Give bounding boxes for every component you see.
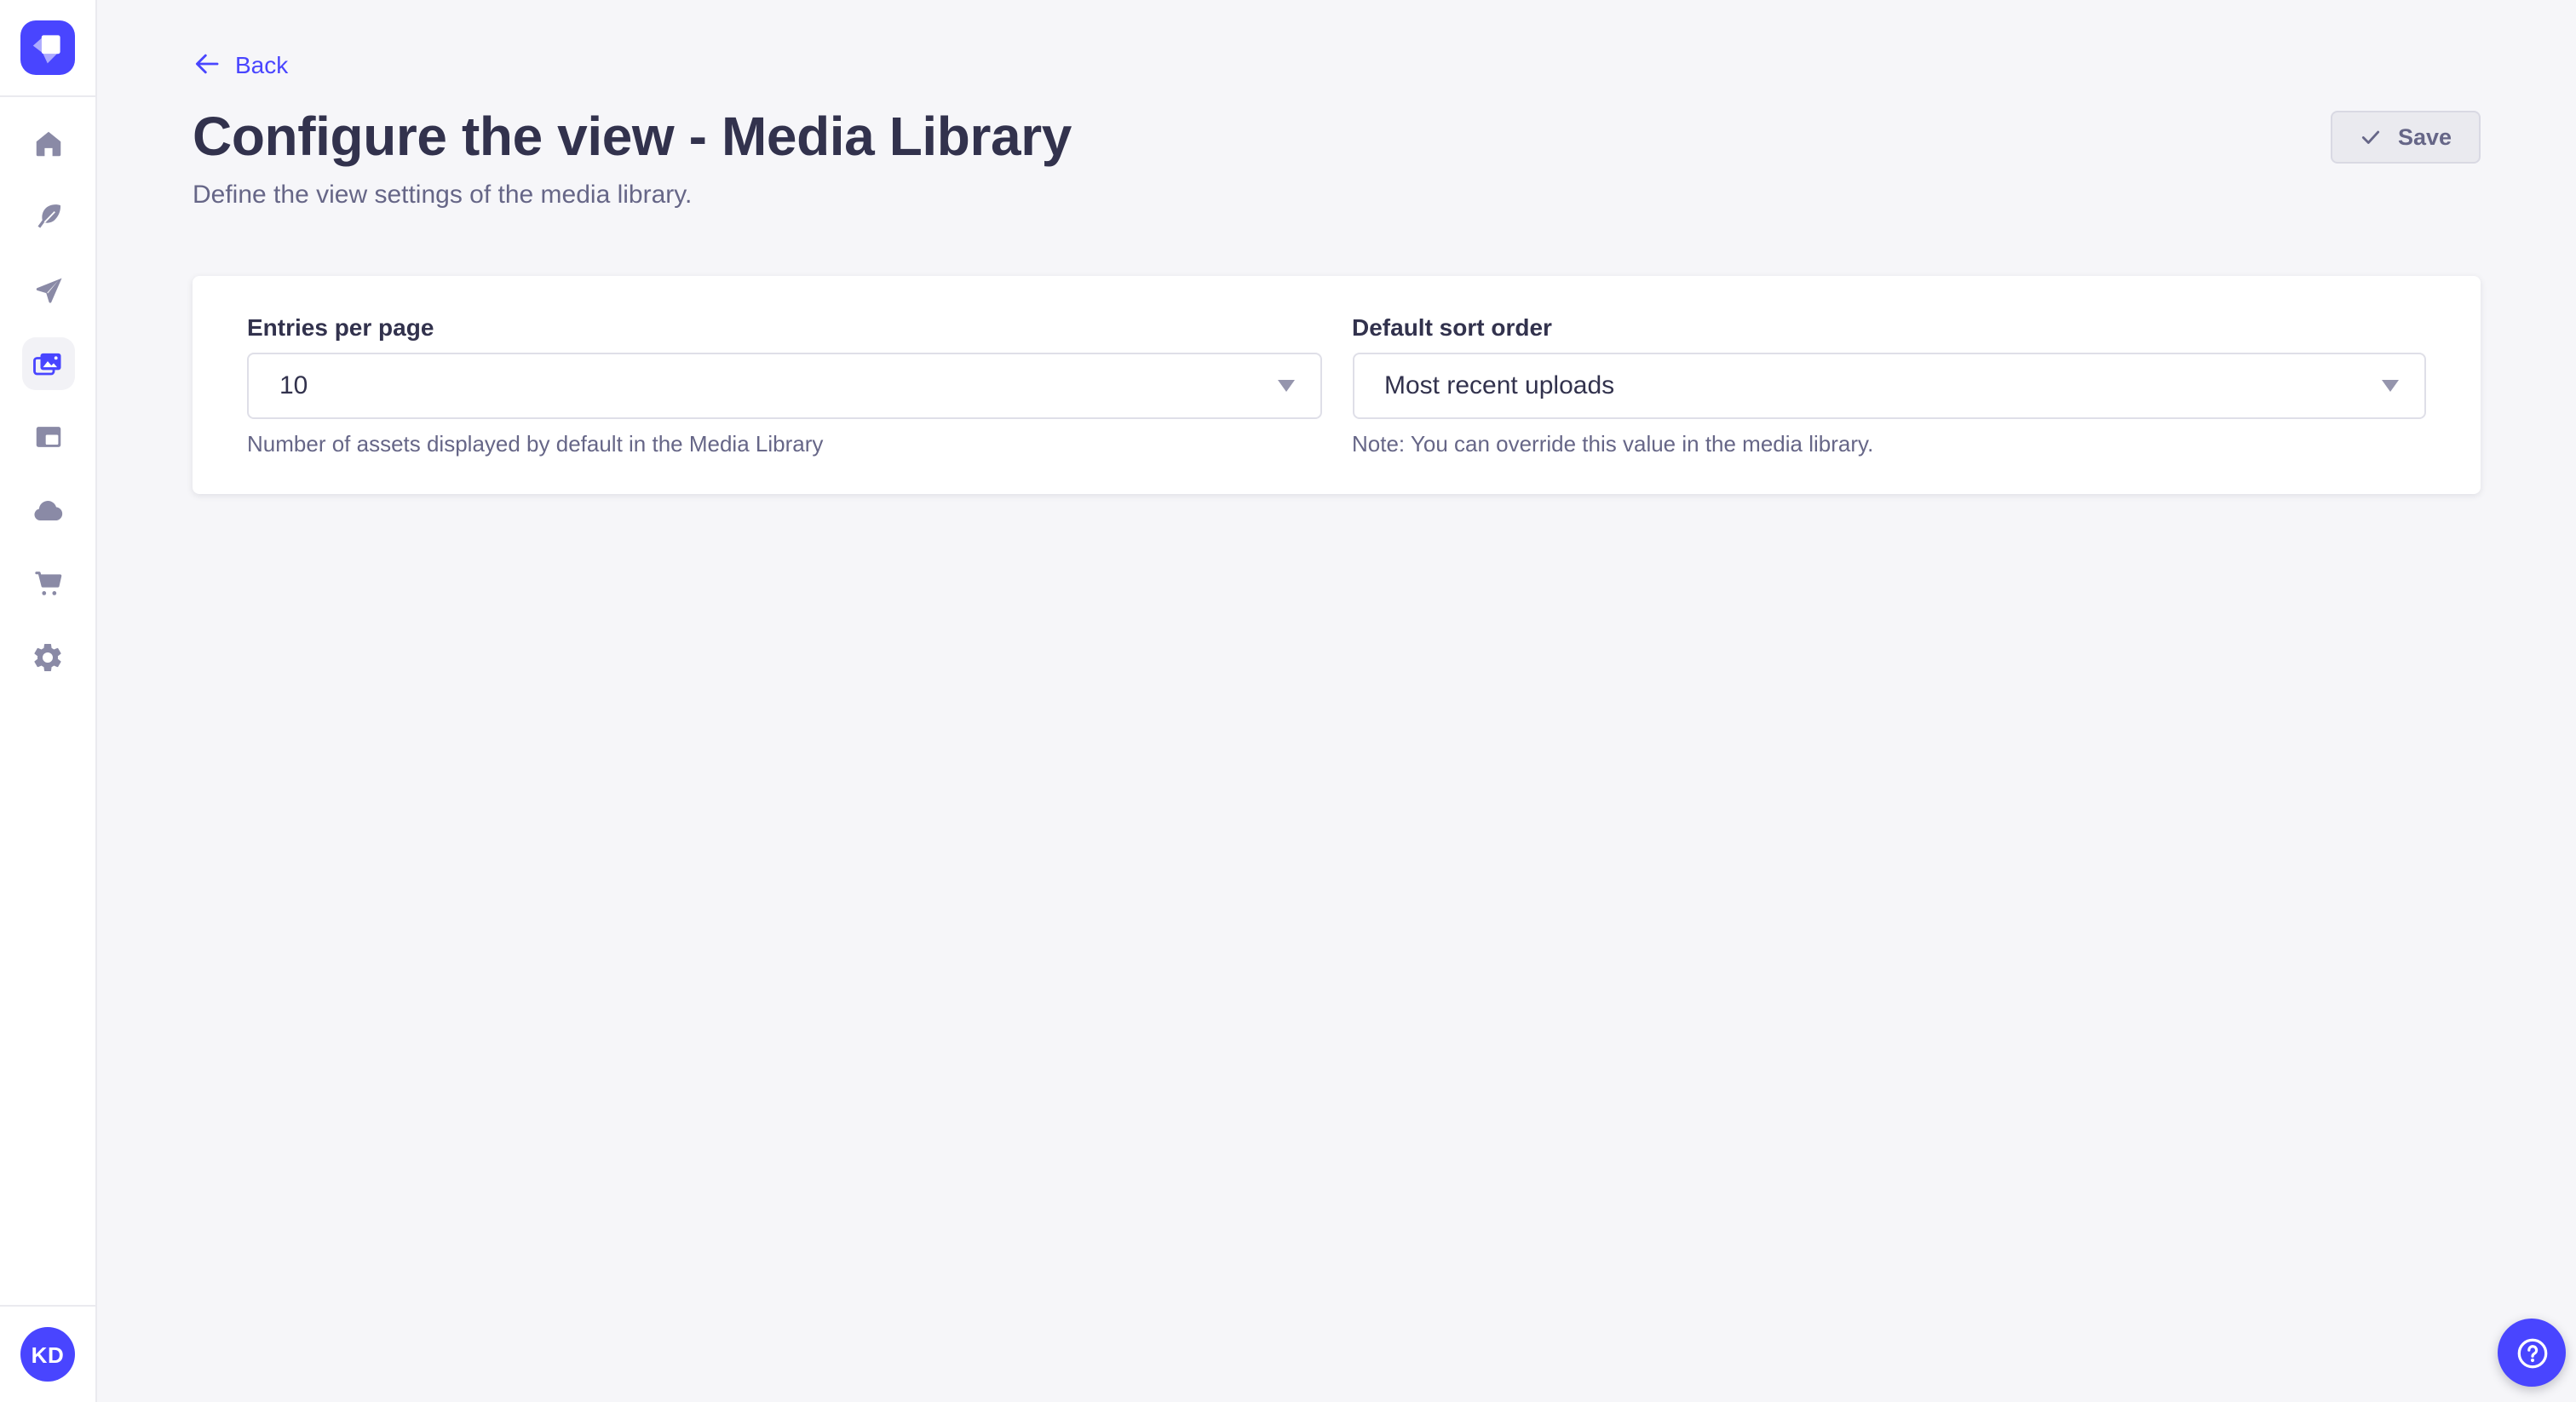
page-header: Back Configure the view - Media Library … (97, 0, 2576, 215)
sidebar-item-content-manager[interactable] (21, 191, 74, 244)
help-button[interactable] (2498, 1319, 2566, 1387)
default-sort-order-hint: Note: You can override this value in the… (1352, 431, 2426, 458)
save-button[interactable]: Save (2332, 110, 2481, 163)
arrow-left-icon (193, 49, 221, 78)
admin-app: KD Back Configure the view - Media Libra… (0, 0, 2576, 1402)
entries-per-page-select[interactable]: 10 (247, 353, 1321, 419)
chevron-down-icon (2382, 380, 2399, 392)
sidebar-item-marketplace[interactable] (21, 557, 74, 610)
entries-per-page-hint: Number of assets displayed by default in… (247, 431, 1321, 458)
entries-per-page-value: 10 (279, 371, 308, 400)
title-row: Configure the view - Media Library Save (193, 102, 2481, 170)
default-sort-order-select[interactable]: Most recent uploads (1352, 353, 2426, 419)
main-content: Back Configure the view - Media Library … (97, 0, 2576, 1402)
settings-gear-icon (31, 640, 65, 674)
field-default-sort-order: Default sort order Most recent uploads N… (1352, 310, 2426, 458)
cart-icon (32, 567, 64, 600)
page-title: Configure the view - Media Library (193, 102, 1072, 170)
sidebar-item-settings[interactable] (21, 630, 74, 683)
sidebar-footer: KD (0, 1305, 95, 1402)
check-icon (2360, 125, 2383, 147)
paper-plane-icon (32, 274, 64, 307)
default-sort-order-label: Default sort order (1352, 310, 2426, 344)
layout-icon (32, 421, 64, 453)
media-library-icon (31, 347, 65, 381)
home-icon (32, 128, 64, 160)
sidebar: KD (0, 0, 97, 1402)
sidebar-item-cloud[interactable] (21, 484, 74, 537)
feather-icon (32, 201, 64, 233)
back-label: Back (235, 50, 288, 78)
sidebar-item-content-type-builder[interactable] (21, 411, 74, 463)
cloud-icon (31, 493, 65, 527)
default-sort-order-value: Most recent uploads (1384, 371, 1614, 400)
field-entries-per-page: Entries per page 10 Number of assets dis… (247, 310, 1321, 458)
chevron-down-icon (1277, 380, 1294, 392)
sidebar-nav (0, 97, 95, 1305)
page-subtitle: Define the view settings of the media li… (193, 177, 2481, 215)
sidebar-item-releases[interactable] (21, 264, 74, 317)
sidebar-item-home[interactable] (21, 118, 74, 170)
question-mark-icon (2512, 1333, 2551, 1372)
logo-strip (0, 0, 95, 97)
sidebar-item-media-library[interactable] (21, 337, 74, 390)
save-label: Save (2398, 124, 2452, 149)
user-avatar[interactable]: KD (20, 1327, 75, 1382)
strapi-logo[interactable] (20, 20, 75, 75)
strapi-logo-icon (20, 20, 75, 75)
settings-card: Entries per page 10 Number of assets dis… (193, 276, 2481, 494)
entries-per-page-label: Entries per page (247, 310, 1321, 344)
back-link[interactable]: Back (193, 49, 288, 78)
